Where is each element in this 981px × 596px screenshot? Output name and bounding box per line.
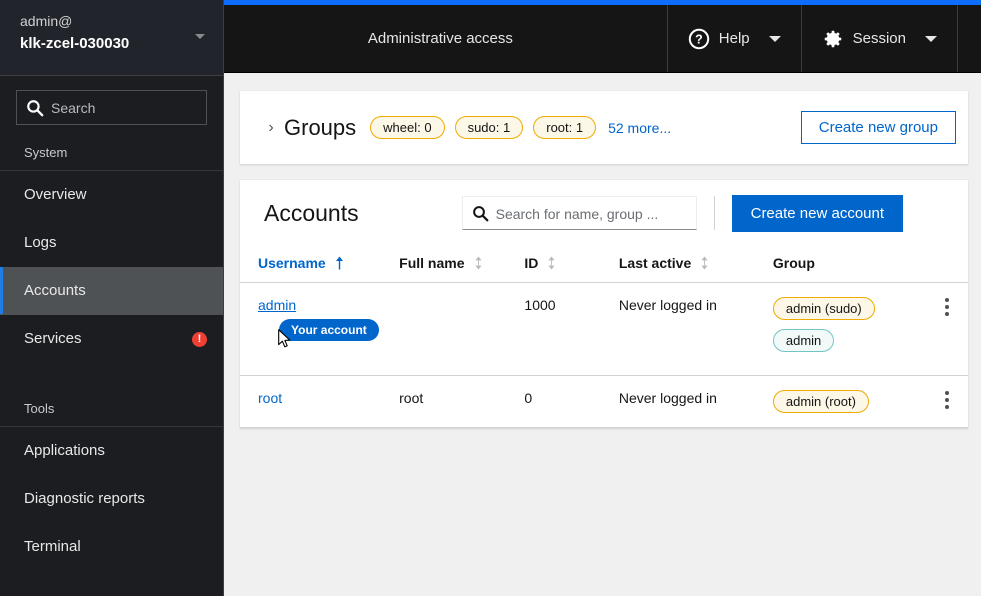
sidebar-item-label: Services bbox=[24, 330, 82, 347]
top-header-bar: Administrative access ? Help Session bbox=[224, 5, 981, 73]
sort-icon bbox=[474, 256, 482, 270]
help-label: Help bbox=[718, 30, 750, 47]
table-header-row: Username Full name ID Last active Group bbox=[240, 246, 968, 283]
group-badge-wheel[interactable]: wheel: 0 bbox=[370, 116, 445, 139]
sidebar-item-overview[interactable]: Overview bbox=[0, 171, 223, 219]
sidebar-item-label: Diagnostic reports bbox=[24, 490, 145, 507]
sidebar-item-terminal[interactable]: Terminal bbox=[0, 523, 223, 571]
sidebar-search-placeholder: Search bbox=[51, 100, 96, 116]
group-badge[interactable]: admin bbox=[772, 329, 835, 352]
accounts-search-placeholder: Search for name, group ... bbox=[495, 206, 659, 222]
sidebar-item-label: Logs bbox=[24, 234, 57, 251]
groups-more-link[interactable]: 52 more... bbox=[608, 120, 671, 136]
sidebar-item-label: Applications bbox=[24, 442, 105, 459]
groups-title: Groups bbox=[284, 114, 357, 140]
help-circle-icon: ? bbox=[688, 28, 709, 49]
column-header-username[interactable]: Username bbox=[240, 246, 400, 283]
accounts-card: Accounts Search for name, group ... Crea… bbox=[240, 180, 968, 428]
column-label: Full name bbox=[399, 255, 465, 271]
cell-actions bbox=[926, 282, 968, 376]
account-user-label: admin@ bbox=[20, 13, 73, 29]
chevron-down-icon bbox=[195, 34, 205, 39]
kebab-menu-icon[interactable] bbox=[927, 390, 968, 409]
sort-icon bbox=[548, 256, 556, 270]
sidebar-item-label: Overview bbox=[24, 186, 87, 203]
sort-icon bbox=[701, 256, 708, 270]
accounts-title: Accounts bbox=[264, 199, 359, 226]
administrative-access-label[interactable]: Administrative access bbox=[224, 5, 668, 72]
group-badge[interactable]: admin (sudo) bbox=[772, 297, 875, 320]
column-header-group: Group bbox=[772, 246, 927, 283]
account-link-root[interactable]: root bbox=[258, 390, 282, 406]
search-input[interactable]: Search bbox=[16, 90, 207, 125]
cell-last-active: Never logged in bbox=[618, 282, 773, 376]
gear-icon bbox=[824, 30, 841, 47]
search-icon bbox=[27, 100, 44, 117]
sort-asc-icon bbox=[335, 256, 343, 270]
sidebar-item-applications[interactable]: Applications bbox=[0, 427, 223, 475]
groups-card: › Groups wheel: 0 sudo: 1 root: 1 52 mor… bbox=[240, 91, 968, 164]
sidebar-search-container: Search bbox=[0, 76, 223, 135]
accounts-search-input[interactable]: Search for name, group ... bbox=[461, 196, 697, 230]
group-badge-root[interactable]: root: 1 bbox=[533, 116, 597, 139]
sidebar-item-label: Terminal bbox=[24, 538, 81, 555]
nav-group-label-system: System bbox=[0, 135, 223, 171]
alert-exclamation-icon: ! bbox=[192, 332, 207, 347]
sidebar-item-diagnostic-reports[interactable]: Diagnostic reports bbox=[0, 475, 223, 523]
cell-full-name bbox=[399, 282, 525, 376]
create-new-group-button[interactable]: Create new group bbox=[800, 111, 956, 144]
kebab-menu-icon[interactable] bbox=[927, 297, 968, 316]
group-badge-sudo[interactable]: sudo: 1 bbox=[454, 116, 524, 139]
search-icon bbox=[472, 206, 489, 222]
cell-username: admin Your account bbox=[240, 282, 400, 376]
help-button[interactable]: ? Help bbox=[668, 5, 802, 72]
column-header-last-active[interactable]: Last active bbox=[618, 246, 773, 283]
svg-text:?: ? bbox=[695, 32, 703, 46]
cell-last-active: Never logged in bbox=[618, 375, 773, 428]
sidebar: admin@ klk-zcel-030030 Search System Ove… bbox=[0, 0, 224, 596]
cell-id: 0 bbox=[524, 375, 619, 428]
table-row: admin Your account 1000 Never logged in … bbox=[240, 282, 968, 376]
nav-group-label-tools: Tools bbox=[0, 391, 223, 427]
sidebar-item-logs[interactable]: Logs bbox=[0, 219, 223, 267]
table-row: root root 0 Never logged in admin (root) bbox=[240, 375, 968, 428]
column-header-id[interactable]: ID bbox=[524, 246, 619, 283]
column-label: Last active bbox=[618, 255, 692, 271]
account-host-label: klk-zcel-030030 bbox=[20, 35, 130, 52]
account-host-switcher[interactable]: admin@ klk-zcel-030030 bbox=[0, 0, 223, 76]
your-account-badge: Your account bbox=[279, 319, 379, 341]
cell-id: 1000 bbox=[524, 282, 619, 376]
account-link-admin[interactable]: admin bbox=[258, 297, 296, 313]
sidebar-item-services[interactable]: Services ! bbox=[0, 315, 223, 363]
cell-groups: admin (root) bbox=[772, 375, 927, 428]
chevron-right-icon[interactable]: › bbox=[258, 119, 284, 137]
cell-username: root bbox=[240, 375, 400, 428]
accounts-table: Username Full name ID Last active Group … bbox=[240, 246, 968, 428]
toolbar-divider bbox=[713, 196, 715, 230]
cell-groups: admin (sudo) admin bbox=[772, 282, 927, 376]
sidebar-item-accounts[interactable]: Accounts bbox=[0, 267, 223, 315]
create-new-account-button[interactable]: Create new account bbox=[731, 194, 904, 232]
session-button[interactable]: Session bbox=[802, 5, 958, 72]
session-label: Session bbox=[852, 30, 906, 47]
column-header-full-name[interactable]: Full name bbox=[399, 246, 525, 283]
column-header-actions bbox=[926, 246, 968, 283]
column-label: Group bbox=[772, 255, 815, 271]
cell-actions bbox=[926, 375, 968, 428]
header-right-spacer bbox=[958, 5, 981, 72]
caret-down-icon bbox=[925, 35, 937, 42]
cell-full-name: root bbox=[399, 375, 525, 428]
group-badge[interactable]: admin (root) bbox=[772, 390, 869, 413]
column-label: ID bbox=[524, 255, 539, 271]
main-content: › Groups wheel: 0 sudo: 1 root: 1 52 mor… bbox=[224, 73, 981, 596]
caret-down-icon bbox=[768, 35, 781, 42]
column-label: Username bbox=[258, 255, 326, 271]
sidebar-item-label: Accounts bbox=[24, 282, 86, 299]
